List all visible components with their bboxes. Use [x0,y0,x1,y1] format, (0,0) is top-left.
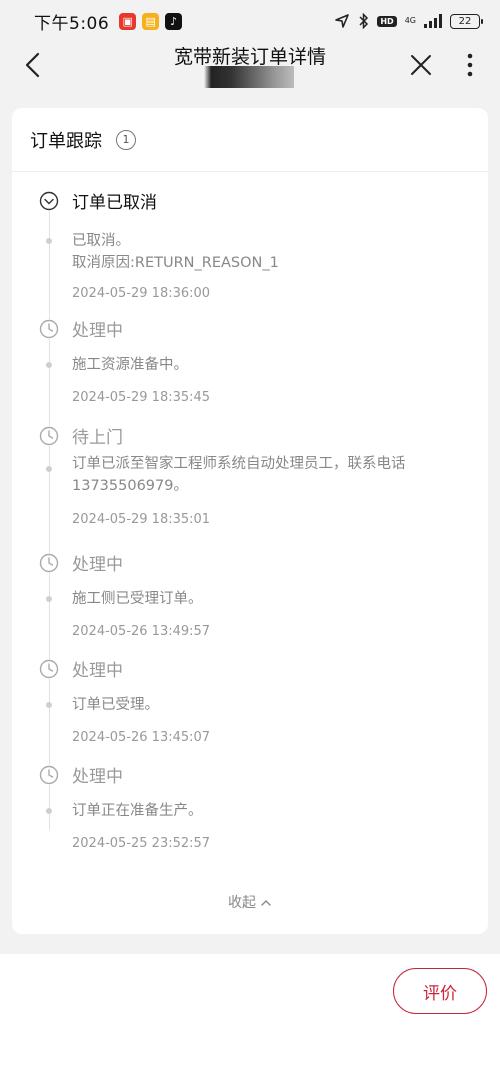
timeline-status: 处理中 [72,767,123,787]
timeline-status: 订单已取消 [72,193,157,213]
battery-icon: 22 [450,13,483,29]
card-title: 订单跟踪 [30,130,102,152]
rate-button[interactable]: 评价 [393,968,487,1014]
status-time: 下午5:06 [34,13,110,34]
info-badge: 1 [122,133,130,146]
timeline-line [49,210,50,830]
network-type: 4G [404,16,416,25]
timeline-status: 待上门 [72,428,123,448]
timeline-time: 2024-05-29 18:35:45 [72,390,211,405]
battery-level: 22 [458,15,472,27]
collapse-label: 收起 [228,895,256,911]
close-icon[interactable] [406,50,436,80]
timeline-time: 2024-05-29 18:35:01 [72,512,211,527]
timeline-dot [46,238,52,244]
collapse-toggle[interactable]: 收起 [12,892,488,912]
timeline-desc: 订单已受理。 [72,697,159,713]
timeline-dot [46,466,52,472]
timeline-time: 2024-05-26 13:45:07 [72,730,211,745]
clock-icon [39,659,59,679]
timeline-desc: 施工资源准备中。 [72,357,188,373]
chevron-up-icon [261,900,271,906]
more-icon[interactable] [460,50,480,80]
timeline-time: 2024-05-25 23:52:57 [72,836,211,851]
hd-badge: HD [377,15,397,27]
card-header: 订单跟踪 1 [12,108,488,172]
app-notification-icon: ▣ [119,12,137,30]
clock-icon [39,765,59,785]
timeline-dot [46,808,52,814]
timeline-status: 处理中 [72,555,123,575]
timeline-status: 处理中 [72,661,123,681]
status-indicators: HD 4G 22 [334,13,483,29]
timeline-desc: 已取消。 [72,233,130,249]
info-icon[interactable]: 1 [116,129,136,150]
location-icon [335,14,350,28]
signal-icon [424,14,442,28]
timeline-dot [46,596,52,602]
timeline-time: 2024-05-26 13:49:57 [72,624,211,639]
tiktok-notification-icon: ♪ [165,12,183,30]
timeline-dot [46,362,52,368]
timeline-time: 2024-05-29 18:36:00 [72,286,211,301]
check-circle-icon [39,191,59,211]
bottom-action-bar: 评价 [0,954,500,1069]
bluetooth-icon [359,13,369,29]
clock-icon [39,319,59,339]
clock-icon [39,553,59,573]
notification-icons: ▣ ▤ ♪ [119,12,183,30]
redacted-subtitle [204,66,294,88]
timeline-dot [46,702,52,708]
nav-bar: 宽带新装订单详情 [0,42,500,94]
timeline-desc: 施工侧已受理订单。 [72,591,203,607]
status-bar: 下午5:06 ▣ ▤ ♪ HD 4G 22 [0,0,500,42]
clock-icon [39,426,59,446]
timeline-desc-reason: 取消原因:RETURN_REASON_1 [72,255,279,271]
timeline-desc: 订单已派至智家工程师系统自动处理员工，联系电话13735506979。 [72,456,406,494]
order-tracking-card: 订单跟踪 1 订单已取消 已取消。 取消原因:RETURN_REASON_1 2… [12,108,488,934]
timeline-desc: 订单正在准备生产。 [72,803,203,819]
message-notification-icon: ▤ [142,12,160,30]
timeline-status: 处理中 [72,321,123,341]
